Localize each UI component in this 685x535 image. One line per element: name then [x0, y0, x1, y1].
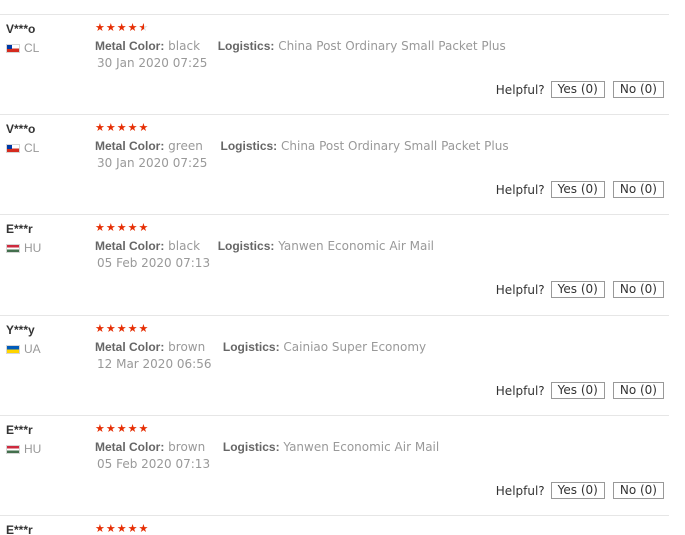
helpful-controls: Helpful? Yes (0) No (0): [496, 281, 664, 298]
reviewer-country: CL: [6, 41, 39, 55]
review-item: E***r HU ★★★★★ Metal Color: black Logist…: [0, 214, 669, 315]
reviewer-country: HU: [6, 442, 41, 456]
country-code: CL: [24, 141, 40, 155]
logistics-value: Cainiao Super Economy: [283, 340, 427, 354]
review-date: 05 Feb 2020 07:13: [97, 457, 211, 471]
helpful-no-button[interactable]: No (0): [612, 382, 664, 399]
logistics-label: Logistics:: [217, 239, 275, 253]
review-attributes: Metal Color: black Logistics: China Post…: [95, 39, 506, 53]
helpful-label: Helpful?: [495, 383, 545, 398]
logistics-value: China Post Ordinary Small Packet Plus: [281, 139, 509, 153]
star-icon: ★: [95, 21, 106, 34]
helpful-no-button[interactable]: No (0): [612, 482, 664, 499]
country-code: HU: [24, 241, 42, 255]
reviewer-name: E***r: [6, 423, 33, 437]
reviewer-name: V***o: [6, 22, 36, 36]
helpful-label: Helpful?: [495, 483, 545, 498]
ukraine-flag-icon: [6, 344, 20, 354]
star-icon: ★: [138, 21, 150, 34]
chile-flag-icon: [6, 43, 20, 53]
metal-color-label: Metal Color:: [95, 139, 165, 153]
reviewer-country: HU: [6, 241, 41, 255]
review-attributes: Metal Color: green Logistics: China Post…: [95, 139, 509, 153]
helpful-no-button[interactable]: No (0): [612, 181, 664, 198]
helpful-label: Helpful?: [495, 182, 545, 197]
star-icon: ★: [105, 21, 117, 34]
logistics-label: Logistics:: [217, 39, 275, 53]
reviewer-name: E***r: [6, 523, 33, 535]
metal-color-value: brown: [168, 440, 206, 454]
review-attributes: Metal Color: black Logistics: Yanwen Eco…: [95, 239, 434, 253]
logistics-label: Logistics:: [222, 340, 280, 354]
metal-color-label: Metal Color:: [95, 440, 165, 454]
star-icon: ★: [127, 21, 139, 34]
star-rating: ★★★★★: [95, 422, 150, 435]
helpful-controls: Helpful? Yes (0) No (0): [496, 482, 664, 499]
helpful-controls: Helpful? Yes (0) No (0): [496, 382, 664, 399]
star-rating: ★★★★★: [95, 522, 150, 535]
review-date: 30 Jan 2020 07:25: [97, 56, 208, 70]
country-code: CL: [24, 41, 40, 55]
reviewer-name: V***o: [6, 122, 36, 136]
star-icon: ★: [116, 21, 128, 34]
chile-flag-icon: [6, 143, 20, 153]
star-rating: ★★★★★: [95, 22, 149, 33]
review-item: E***r ★★★★★: [0, 515, 669, 535]
metal-color-label: Metal Color:: [95, 39, 165, 53]
review-attributes: Metal Color: brown Logistics: Yanwen Eco…: [95, 440, 439, 454]
reviewer-country: UA: [6, 342, 41, 356]
hungary-flag-icon: [6, 444, 20, 454]
helpful-yes-button[interactable]: Yes (0): [550, 281, 605, 298]
country-code: UA: [24, 342, 41, 356]
review-item: V***o CL ★★★★★ Metal Color: green Logist…: [0, 114, 669, 215]
helpful-no-button[interactable]: No (0): [612, 81, 664, 98]
logistics-value: Yanwen Economic Air Mail: [278, 239, 435, 253]
star-rating: ★★★★★: [95, 322, 150, 335]
metal-color-value: green: [168, 139, 203, 153]
helpful-label: Helpful?: [495, 82, 545, 97]
metal-color-label: Metal Color:: [95, 340, 165, 354]
logistics-value: China Post Ordinary Small Packet Plus: [278, 39, 506, 53]
review-attributes: Metal Color: brown Logistics: Cainiao Su…: [95, 340, 426, 354]
review-item: V***o CL ★★★★★ Metal Color: black Logist…: [0, 14, 669, 115]
review-date: 30 Jan 2020 07:25: [97, 156, 208, 170]
review-date: 12 Mar 2020 06:56: [97, 357, 212, 371]
metal-color-value: black: [168, 39, 201, 53]
star-rating: ★★★★★: [95, 221, 150, 234]
metal-color-value: black: [168, 239, 201, 253]
helpful-controls: Helpful? Yes (0) No (0): [496, 181, 664, 198]
country-code: HU: [24, 442, 42, 456]
review-date: 05 Feb 2020 07:13: [97, 256, 211, 270]
helpful-yes-button[interactable]: Yes (0): [550, 382, 605, 399]
helpful-controls: Helpful? Yes (0) No (0): [496, 81, 664, 98]
reviewer-country: CL: [6, 141, 39, 155]
reviewer-name: E***r: [6, 222, 33, 236]
review-item: E***r HU ★★★★★ Metal Color: brown Logist…: [0, 415, 669, 516]
metal-color-label: Metal Color:: [95, 239, 165, 253]
helpful-yes-button[interactable]: Yes (0): [550, 482, 605, 499]
helpful-yes-button[interactable]: Yes (0): [550, 81, 605, 98]
metal-color-value: brown: [168, 340, 206, 354]
logistics-value: Yanwen Economic Air Mail: [283, 440, 440, 454]
helpful-yes-button[interactable]: Yes (0): [550, 181, 605, 198]
reviewer-name: Y***y: [6, 323, 35, 337]
star-rating: ★★★★★: [95, 121, 150, 134]
logistics-label: Logistics:: [220, 139, 278, 153]
logistics-label: Logistics:: [222, 440, 280, 454]
review-item: Y***y UA ★★★★★ Metal Color: brown Logist…: [0, 315, 669, 416]
helpful-label: Helpful?: [495, 282, 545, 297]
helpful-no-button[interactable]: No (0): [612, 281, 664, 298]
hungary-flag-icon: [6, 243, 20, 253]
